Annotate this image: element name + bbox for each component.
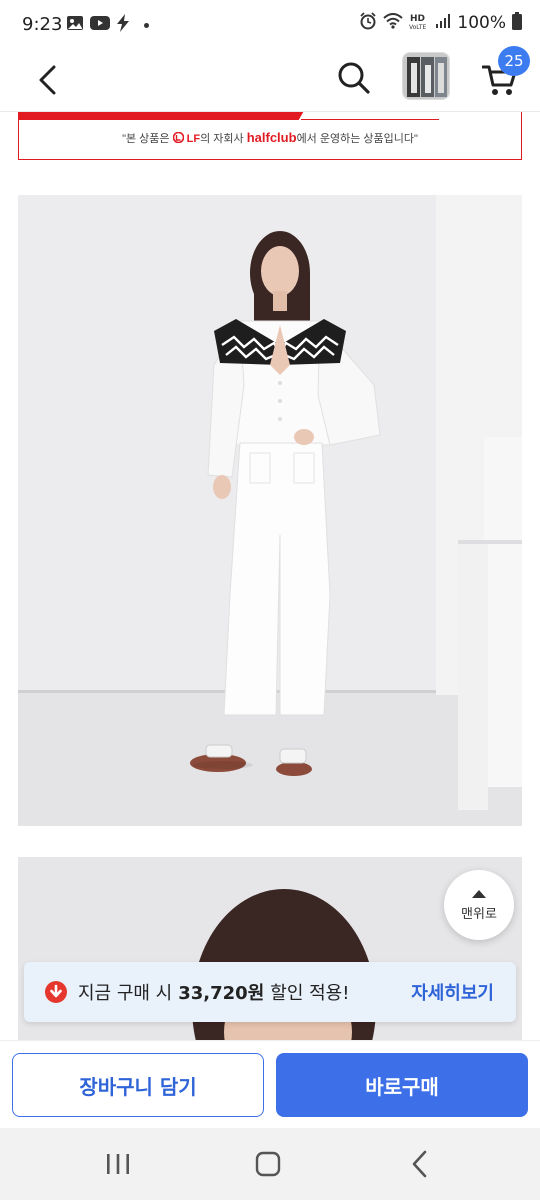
youtube-icon: [90, 15, 110, 35]
status-bar: 9:23 HD VoLTE 100%: [0, 0, 540, 50]
add-to-cart-button[interactable]: 장바구니 담기: [12, 1053, 264, 1117]
svg-text:HD: HD: [410, 14, 425, 24]
app-bar: [0, 50, 540, 112]
scroll-to-top-button[interactable]: 맨위로: [444, 870, 514, 940]
hd-voice-icon: HD VoLTE: [409, 12, 429, 34]
recent-product-thumbnail[interactable]: [402, 52, 450, 100]
notice-red-bar: [19, 112, 289, 120]
gallery-icon: [66, 14, 84, 36]
model-closeup-photo: [18, 857, 522, 1057]
product-image-main[interactable]: [18, 195, 522, 826]
operator-notice-banner: "본 상품은 LF의 자회사 halfclub에서 운영하는 상품입니다": [18, 112, 522, 160]
chevron-left-icon: [39, 65, 56, 95]
product-image-detail[interactable]: [18, 857, 522, 1057]
status-icons-right: HD VoLTE 100%: [359, 12, 522, 34]
svg-text:VoLTE: VoLTE: [409, 24, 426, 30]
discount-amount: 33,720원: [178, 983, 265, 1004]
arrow-down-circle-icon: [45, 981, 67, 1003]
purchase-action-bar: 장바구니 담기 바로구매: [0, 1040, 540, 1128]
model-photo: [18, 195, 522, 826]
system-back-button[interactable]: [400, 1146, 440, 1182]
home-icon: [255, 1151, 281, 1177]
discount-details-link[interactable]: 자세히보기: [411, 979, 494, 1005]
caret-up-icon: [472, 889, 486, 898]
status-icons-left: [66, 14, 149, 36]
discount-message: 지금 구매 시 33,720원 할인 적용!: [78, 979, 349, 1005]
search-icon: [338, 62, 370, 94]
scroll-to-top-label: 맨위로: [461, 906, 497, 922]
discount-toast: 지금 구매 시 33,720원 할인 적용! 자세히보기: [24, 962, 516, 1022]
bolt-icon: [116, 14, 130, 36]
search-button[interactable]: [334, 58, 374, 98]
notice-text: "본 상품은 LF의 자회사 halfclub에서 운영하는 상품입니다": [122, 130, 418, 145]
dot-icon: [144, 22, 149, 28]
home-button[interactable]: [248, 1146, 288, 1182]
lf-logo-icon: [172, 131, 184, 145]
wifi-icon: [383, 13, 404, 33]
battery-percent: 100%: [457, 13, 506, 33]
system-nav-bar: [0, 1128, 540, 1200]
buy-now-button[interactable]: 바로구매: [276, 1053, 528, 1117]
status-time: 9:23: [22, 14, 63, 35]
cart-count-badge: 25: [498, 46, 530, 76]
signal-icon: [435, 13, 451, 33]
product-detail-page: 9:23 HD VoLTE 100% 25 "본 상품은 LF의 자회사 hal…: [0, 0, 540, 1200]
recents-button[interactable]: [98, 1146, 138, 1182]
back-button[interactable]: [28, 60, 68, 100]
alarm-icon: [359, 12, 377, 34]
recents-icon: [107, 1154, 129, 1174]
back-icon: [412, 1150, 427, 1178]
battery-icon: [512, 12, 522, 34]
product-thumbnail-image: [403, 53, 449, 99]
